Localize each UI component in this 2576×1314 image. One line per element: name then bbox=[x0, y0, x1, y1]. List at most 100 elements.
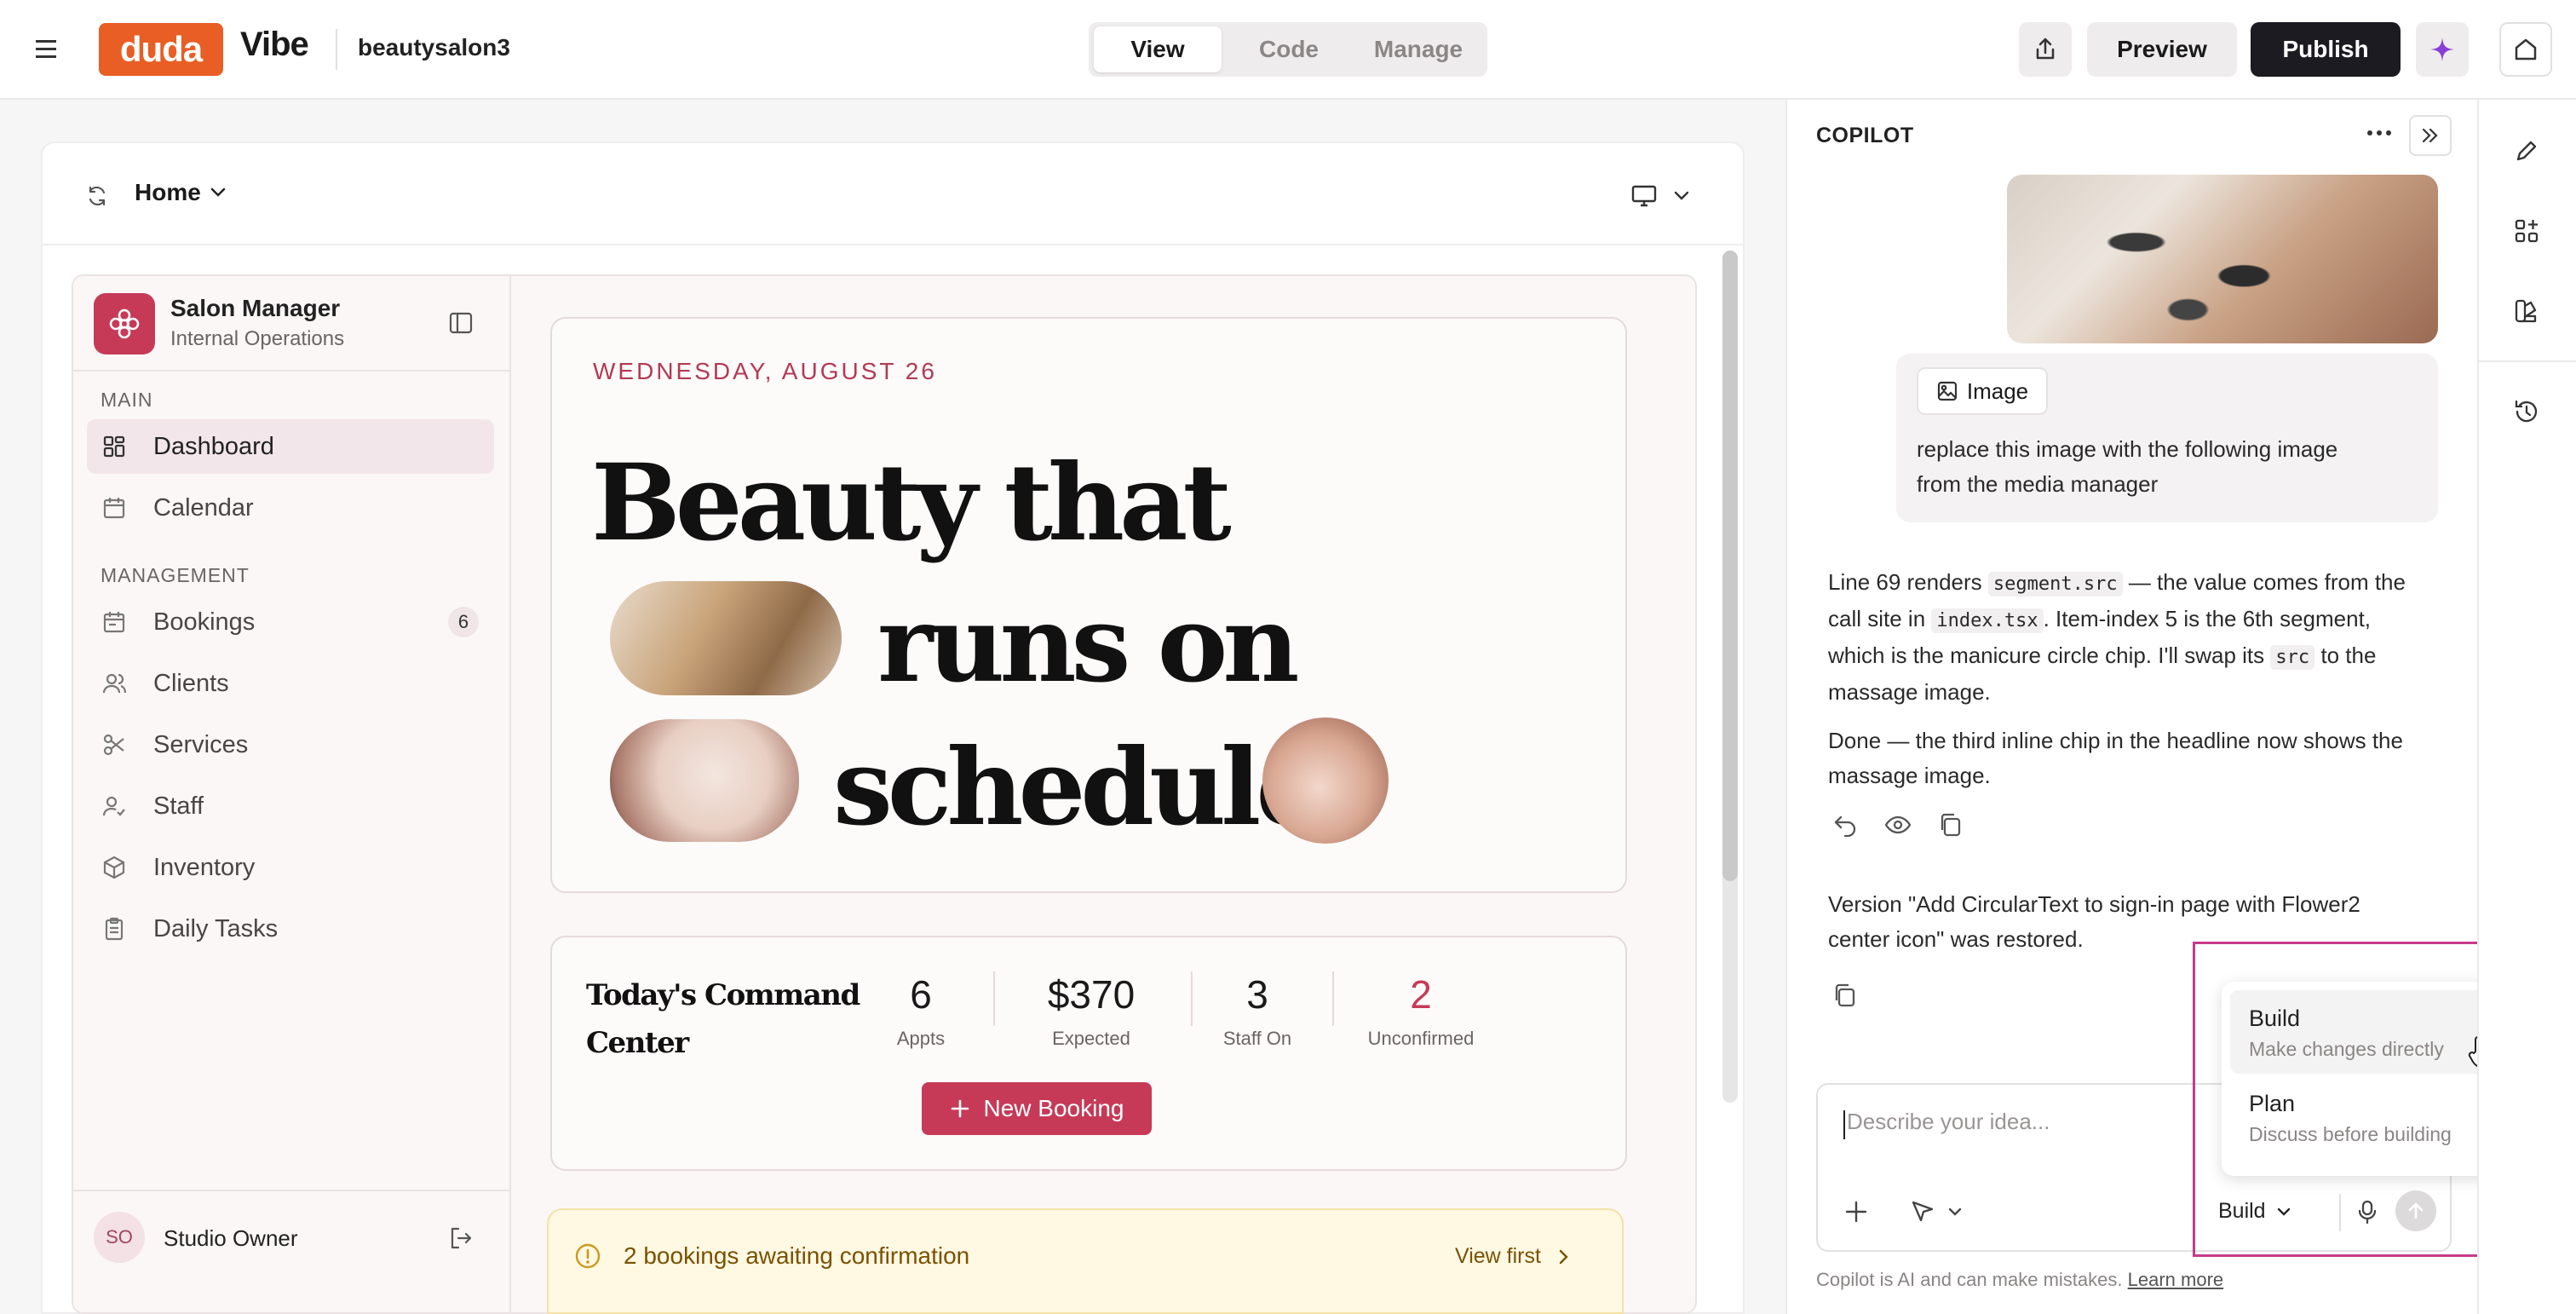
text: which is the manicure circle chip. I'll … bbox=[1828, 643, 2271, 668]
sidebar-item-calendar[interactable]: Calendar bbox=[87, 481, 494, 535]
edit-pencil-icon[interactable] bbox=[2513, 137, 2544, 168]
assistant-message: Line 69 renders segment.src — the value … bbox=[1828, 565, 2406, 793]
assistant-line: Version "Add CircularText to sign-in pag… bbox=[1828, 891, 2360, 917]
divider bbox=[73, 1190, 511, 1191]
site-canvas: Salon Manager Internal Operations MAIN D… bbox=[72, 274, 1697, 1314]
divider bbox=[1332, 971, 1334, 1026]
hero-date: WEDNESDAY, AUGUST 26 bbox=[593, 358, 937, 384]
more-options-icon[interactable] bbox=[2366, 129, 2392, 137]
widgets-icon[interactable] bbox=[2513, 217, 2544, 248]
refresh-icon[interactable] bbox=[85, 184, 109, 208]
sidebar-item-label: Clients bbox=[153, 670, 229, 697]
inline-code: segment.src bbox=[1987, 572, 2123, 596]
divider bbox=[993, 971, 995, 1026]
duda-logo[interactable]: duda bbox=[99, 23, 223, 76]
view-first-link[interactable]: View first bbox=[1455, 1244, 1570, 1269]
stat-appts-value: 6 bbox=[910, 972, 932, 1017]
hero-headline-line2: runs on bbox=[877, 583, 1299, 706]
product-name: Vibe bbox=[240, 26, 309, 63]
sidebar-item-staff[interactable]: Staff bbox=[87, 779, 494, 833]
alert-text: 2 bookings awaiting confirmation bbox=[624, 1242, 970, 1269]
sidebar-item-label: Calendar bbox=[153, 494, 254, 522]
mode-option-title: Build bbox=[2249, 1006, 2301, 1031]
ai-sparkle-button[interactable] bbox=[2416, 22, 2469, 77]
sidebar-item-clients[interactable]: Clients bbox=[87, 656, 494, 711]
menu-icon[interactable] bbox=[36, 37, 61, 61]
preview-button[interactable]: Preview bbox=[2087, 22, 2237, 77]
collapse-panel-button[interactable] bbox=[2409, 115, 2452, 156]
bookings-icon bbox=[102, 610, 126, 634]
page-selector[interactable]: Home bbox=[135, 179, 227, 206]
pending-bookings-alert: 2 bookings awaiting confirmation View fi… bbox=[547, 1208, 1624, 1314]
home-button[interactable] bbox=[2499, 22, 2552, 77]
preview-scroll-thumb[interactable] bbox=[1722, 251, 1738, 881]
text: Line 69 renders bbox=[1828, 569, 1988, 595]
stat-expected-value: $370 bbox=[1047, 972, 1136, 1017]
hair-styling-image-chip[interactable] bbox=[610, 581, 842, 695]
sidebar-item-label: Staff bbox=[153, 792, 204, 820]
mode-option-title: Plan bbox=[2249, 1091, 2296, 1116]
app-name: Salon Manager bbox=[170, 295, 341, 321]
history-icon[interactable] bbox=[2513, 398, 2544, 429]
scissors-icon bbox=[102, 733, 126, 757]
sidebar-item-dashboard[interactable]: Dashboard bbox=[87, 419, 494, 474]
app-subtitle: Internal Operations bbox=[170, 327, 345, 350]
copilot-title: COPILOT bbox=[1816, 124, 1914, 147]
hero-headline-line3: schedule bbox=[833, 726, 1323, 850]
facial-mask-image-chip[interactable] bbox=[610, 719, 799, 842]
device-selector[interactable] bbox=[1630, 184, 1690, 208]
sidebar-item-services[interactable]: Services bbox=[87, 718, 494, 772]
preview-frame: Home Salon Manager Internal Operations M… bbox=[41, 141, 1745, 1314]
top-bar: duda Vibe beautysalon3 View Code Manage … bbox=[0, 0, 2576, 100]
attached-hot-stone-massage-image[interactable] bbox=[2007, 175, 2438, 343]
sidebar-item-label: Inventory bbox=[153, 854, 256, 881]
clipboard-icon bbox=[102, 917, 126, 941]
select-element-tool[interactable] bbox=[1910, 1199, 1963, 1225]
publish-button[interactable]: Publish bbox=[2251, 22, 2401, 77]
desktop-icon bbox=[1630, 184, 1658, 208]
new-booking-button[interactable]: New Booking bbox=[922, 1082, 1152, 1135]
user-message-line: replace this image with the following im… bbox=[1917, 436, 2338, 462]
flower-logo-icon bbox=[94, 293, 155, 354]
logout-icon[interactable] bbox=[448, 1225, 474, 1251]
sidebar-item-daily-tasks[interactable]: Daily Tasks bbox=[87, 902, 494, 956]
eye-icon[interactable] bbox=[1884, 812, 1912, 838]
copy-icon[interactable] bbox=[1831, 983, 1859, 1008]
sidebar-item-label: Daily Tasks bbox=[153, 915, 279, 942]
section-label-management: MANAGEMENT bbox=[101, 564, 250, 586]
staff-icon bbox=[102, 794, 126, 818]
tab-code[interactable]: Code bbox=[1225, 26, 1353, 72]
learn-more-link[interactable]: Learn more bbox=[2128, 1269, 2224, 1290]
undo-icon[interactable] bbox=[1831, 812, 1859, 838]
share-button[interactable] bbox=[2019, 22, 2072, 77]
copy-icon[interactable] bbox=[1937, 812, 1964, 838]
home-icon bbox=[2513, 37, 2539, 62]
manicure-image-chip[interactable] bbox=[1262, 718, 1389, 844]
tab-manage[interactable]: Manage bbox=[1354, 26, 1482, 72]
sidebar-item-bookings[interactable]: Bookings 6 bbox=[87, 595, 494, 649]
sidebar-item-inventory[interactable]: Inventory bbox=[87, 840, 494, 895]
page-selector-label: Home bbox=[135, 179, 201, 205]
avatar: SO bbox=[94, 1212, 145, 1263]
sidebar-toggle-icon[interactable] bbox=[448, 310, 474, 336]
new-booking-label: New Booking bbox=[983, 1095, 1124, 1121]
assistant-line: Line 69 renders segment.src — the value … bbox=[1828, 565, 2406, 602]
text: to the bbox=[2314, 643, 2377, 668]
project-name[interactable]: beautysalon3 bbox=[358, 34, 510, 61]
add-attachment-icon[interactable] bbox=[1843, 1199, 1869, 1225]
share-icon bbox=[2033, 37, 2057, 62]
message-actions bbox=[1831, 812, 1964, 838]
cursor-pointer-icon bbox=[1910, 1199, 1935, 1225]
assistant-line: which is the manicure circle chip. I'll … bbox=[1828, 638, 2406, 675]
theme-palette-icon[interactable] bbox=[2513, 297, 2544, 328]
inline-code: src bbox=[2270, 645, 2315, 670]
chat-input[interactable]: Describe your idea... bbox=[1847, 1109, 2050, 1135]
tab-view[interactable]: View bbox=[1094, 26, 1222, 72]
hero-headline-line1: Beauty that bbox=[591, 441, 1232, 565]
text-caret bbox=[1843, 1110, 1845, 1139]
chevron-down-icon bbox=[1947, 1207, 1963, 1217]
stat-appts-label: Appts bbox=[896, 1028, 946, 1049]
image-attachment-chip[interactable]: Image bbox=[1917, 367, 2048, 415]
calendar-icon bbox=[102, 496, 126, 520]
image-icon bbox=[1936, 380, 1958, 402]
